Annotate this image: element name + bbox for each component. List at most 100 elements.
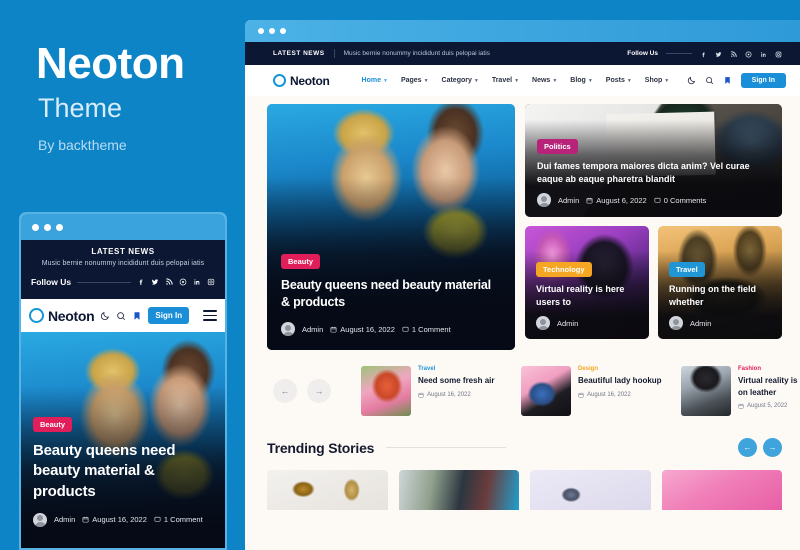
thumbnail — [681, 366, 731, 416]
bookmark-icon[interactable] — [723, 72, 732, 90]
nav-item-posts[interactable]: Posts ▼ — [606, 77, 632, 84]
trending-arrows: ← → — [738, 438, 782, 457]
facebook-icon[interactable] — [700, 45, 707, 63]
category-badge[interactable]: Beauty — [281, 253, 321, 269]
nav-item-blog[interactable]: Blog ▼ — [570, 77, 593, 84]
calendar-icon — [82, 517, 89, 523]
rss-icon[interactable] — [730, 45, 737, 63]
section-title: Trending Stories — [267, 439, 375, 456]
article-title[interactable]: Virtual reality is here users to — [536, 283, 640, 309]
nav-item-home[interactable]: Home ▼ — [362, 77, 388, 84]
calendar-icon — [418, 392, 424, 398]
comment-icon — [654, 197, 661, 203]
list-item[interactable]: Fashion Virtual reality is here on leath… — [681, 366, 800, 416]
article-title[interactable]: Running on the field whether — [669, 283, 773, 309]
navbar-actions: Sign In — [687, 72, 786, 90]
facebook-icon[interactable] — [137, 273, 145, 291]
nav-item-shop[interactable]: Shop ▼ — [645, 77, 669, 84]
pinterest-icon[interactable] — [745, 45, 752, 63]
instagram-icon[interactable] — [775, 45, 782, 63]
category-label[interactable]: Fashion — [738, 366, 800, 372]
calendar-icon — [738, 403, 744, 409]
carousel-next-button[interactable]: → — [307, 379, 331, 403]
article-title[interactable]: Need some fresh air — [418, 375, 494, 387]
category-label[interactable]: Travel — [418, 366, 494, 372]
promo-byline: By backtheme — [38, 137, 127, 153]
politics-article-card[interactable]: Politics Dui fames tempora maiores dicta… — [525, 104, 782, 217]
window-dot-close[interactable] — [32, 223, 39, 231]
sign-in-button[interactable]: Sign In — [740, 73, 786, 88]
article-title[interactable]: Beautiful lady hookup — [578, 375, 662, 387]
article-meta: Admin August 16, 2022 1 Comment — [281, 322, 503, 336]
author-name: Admin — [690, 318, 712, 328]
twitter-icon[interactable] — [151, 273, 159, 291]
trending-card[interactable] — [661, 470, 782, 510]
mobile-navbar: Neoton Sign In — [21, 299, 225, 332]
article-title[interactable]: Dui fames tempora maiores dicta anim? Ve… — [537, 160, 772, 186]
follow-us-label: Follow Us — [31, 277, 72, 287]
moon-icon[interactable] — [100, 311, 110, 321]
travel-article-card[interactable]: Travel Running on the field whether Admi… — [658, 226, 782, 339]
category-badge[interactable]: Politics — [537, 138, 578, 154]
category-label[interactable]: Design — [578, 366, 662, 372]
desktop-preview: LATEST NEWS Music bernie nonummy incidid… — [245, 20, 800, 550]
hamburger-menu-icon[interactable] — [203, 310, 217, 321]
category-badge[interactable]: Travel — [669, 261, 705, 277]
linkedin-icon[interactable] — [760, 45, 767, 63]
hero-title[interactable]: Beauty queens need beauty material & pro… — [281, 277, 503, 312]
trending-next-button[interactable]: → — [763, 438, 782, 457]
trending-card[interactable] — [398, 470, 519, 510]
linkedin-icon[interactable] — [193, 273, 201, 291]
list-item[interactable]: Travel Need some fresh air August 16, 20… — [361, 366, 507, 416]
hero-article-card[interactable]: Beauty Beauty queens need beauty materia… — [267, 104, 515, 350]
chevron-down-icon: ▼ — [423, 77, 429, 84]
post-carousel: ← → Travel Need some fresh air August 16… — [267, 366, 800, 416]
nav-item-pages[interactable]: Pages ▼ — [401, 77, 429, 84]
nav-item-category[interactable]: Category ▼ — [442, 77, 479, 84]
twitter-icon[interactable] — [715, 45, 722, 63]
article-meta: Admin — [536, 316, 640, 330]
hero-title[interactable]: Beauty queens need beauty material & pro… — [33, 441, 215, 502]
comment-icon — [402, 326, 409, 332]
author-name: Admin — [558, 195, 580, 205]
rss-icon[interactable] — [165, 273, 173, 291]
title-rule — [386, 447, 507, 448]
technology-article-card[interactable]: Technology Virtual reality is here users… — [525, 226, 649, 339]
moon-icon[interactable] — [687, 72, 696, 90]
author-name: Admin — [557, 318, 579, 328]
news-ticker-text[interactable]: Music bernie nonummy incididunt duis pel… — [31, 260, 215, 267]
window-dot-maximize[interactable] — [56, 223, 63, 231]
desktop-browser-chrome — [245, 20, 800, 42]
carousel-prev-button[interactable]: ← — [273, 379, 297, 403]
category-badge[interactable]: Technology — [536, 261, 592, 277]
trending-card[interactable] — [530, 470, 651, 510]
search-icon[interactable] — [705, 72, 714, 90]
news-ticker-text[interactable]: Music bernie nonummy incididunt duis pel… — [344, 50, 490, 57]
window-dot-minimize[interactable] — [44, 223, 51, 231]
article-title[interactable]: Virtual reality is here on leather — [738, 375, 800, 398]
chevron-down-icon: ▼ — [382, 77, 388, 84]
search-icon[interactable] — [116, 311, 126, 321]
window-dot-maximize[interactable] — [280, 28, 286, 34]
brand-logo[interactable]: Neoton — [29, 307, 95, 324]
divider-rule — [77, 281, 131, 283]
brand-name: Neoton — [48, 307, 95, 324]
avatar — [536, 316, 550, 330]
instagram-icon[interactable] — [207, 273, 215, 291]
nav-item-news[interactable]: News ▼ — [532, 77, 557, 84]
featured-main-column: Beauty Beauty queens need beauty materia… — [267, 104, 515, 350]
trending-card[interactable] — [267, 470, 388, 510]
carousel-arrows: ← → — [273, 379, 331, 403]
latest-news-label: LATEST NEWS — [273, 50, 325, 57]
bookmark-icon[interactable] — [132, 311, 142, 321]
list-item[interactable]: Design Beautiful lady hookup August 16, … — [521, 366, 667, 416]
trending-prev-button[interactable]: ← — [738, 438, 757, 457]
brand-logo[interactable]: Neoton — [273, 74, 330, 88]
window-dot-close[interactable] — [258, 28, 264, 34]
sign-in-button[interactable]: Sign In — [148, 307, 190, 324]
pinterest-icon[interactable] — [179, 273, 187, 291]
mobile-hero-article[interactable]: Beauty Beauty queens need beauty materia… — [21, 332, 225, 548]
nav-item-travel[interactable]: Travel ▼ — [492, 77, 519, 84]
window-dot-minimize[interactable] — [269, 28, 275, 34]
category-badge[interactable]: Beauty — [33, 417, 73, 432]
